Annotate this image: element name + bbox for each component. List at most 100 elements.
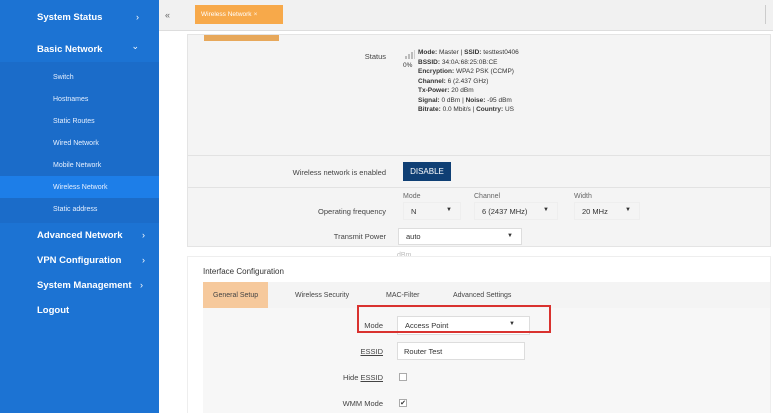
status-key: BSSID: [418, 58, 441, 66]
status-line-channel: Channel: 6 (2.437 GHz) [418, 77, 519, 87]
status-value: -95 dBm [487, 96, 512, 104]
sidebar: System Status › Basic Network ⌄ Switch H… [0, 0, 159, 413]
wireless-enabled-label: Wireless network is enabled [292, 168, 386, 177]
mode-sublabel: Mode [403, 193, 421, 200]
status-value: 34:0A:68:25:0B:CE [441, 58, 498, 66]
essid-value: Router Test [404, 346, 443, 356]
essid-link[interactable]: ESSID [360, 373, 383, 382]
status-key: Country: [476, 106, 504, 113]
sidebar-item-logout[interactable]: Logout [0, 298, 159, 323]
chevron-down-icon: ⌄ [131, 41, 139, 51]
status-value: US [504, 106, 514, 113]
status-label: Status [364, 52, 386, 61]
essid-input[interactable]: Router Test [397, 342, 525, 360]
status-value: 0.0 Mbit/s | [442, 106, 475, 113]
status-key: Tx-Power: [418, 87, 450, 94]
essid-link[interactable]: ESSID [360, 347, 383, 356]
main-content: Status 0% Mode: Master | SSID: testtest0… [159, 31, 773, 413]
mode-select-value: N [411, 206, 417, 216]
dropdown-arrow-icon: ▼ [446, 207, 452, 213]
sidebar-item-basic-network[interactable]: Basic Network ⌄ [0, 37, 159, 62]
tab-label: General Setup [213, 291, 259, 299]
status-line-encryption: Encryption: WPA2 PSK (CCMP) [418, 67, 519, 77]
signal-icon [405, 50, 415, 59]
sidebar-item-system-status[interactable]: System Status › [0, 5, 159, 30]
transmit-power-value: auto [406, 232, 421, 241]
wireless-status-panel: Status 0% Mode: Master | SSID: testtest0… [187, 34, 771, 247]
sidebar-item-label: Advanced Network [37, 230, 123, 241]
tab-label: MAC-Filter [386, 291, 420, 299]
collapse-icon[interactable]: « [165, 10, 170, 20]
channel-select-value: 6 (2437 MHz) [482, 206, 528, 216]
dropdown-arrow-icon: ▼ [543, 207, 549, 213]
status-line-bitrate: Bitrate: 0.0 Mbit/s | Country: US [418, 105, 519, 115]
sidebar-item-label: Mobile Network [53, 161, 102, 169]
width-select[interactable]: 20 MHz ▼ [574, 202, 640, 220]
tab-strip-edge [765, 5, 773, 24]
status-line-bssid: BSSID: 34:0A:68:25:0B:CE [418, 58, 519, 68]
status-key: SSID: [464, 49, 482, 56]
sidebar-item-label: Basic Network [37, 44, 103, 55]
mode-select[interactable]: N ▼ [403, 202, 461, 220]
sidebar-item-static-address[interactable]: Static address [0, 198, 159, 220]
sidebar-item-wired-network[interactable]: Wired Network [0, 132, 159, 154]
status-key: Signal: [418, 96, 440, 104]
tab-strip: « Wireless Network × [159, 0, 773, 31]
sidebar-item-label: Static Routes [53, 117, 95, 125]
status-line-txpower: Tx-Power: 20 dBm [418, 86, 519, 96]
sidebar-item-label: Static address [53, 205, 98, 213]
tab-wireless-network[interactable]: Wireless Network × [195, 5, 283, 24]
chevron-right-icon: › [136, 12, 139, 22]
sidebar-item-label: Wireless Network [53, 183, 108, 191]
tab-general-setup[interactable]: General Setup [203, 282, 269, 308]
status-key: Encryption: [418, 68, 455, 75]
disable-button[interactable]: DISABLE [403, 162, 451, 181]
channel-select[interactable]: 6 (2437 MHz) ▼ [474, 202, 558, 220]
tab-label: Wireless Security [295, 291, 350, 299]
row-divider [188, 187, 770, 188]
width-select-value: 20 MHz [582, 206, 608, 216]
status-value: 0 dBm | [441, 96, 464, 104]
tab-wireless-security[interactable]: Wireless Security [295, 282, 349, 308]
sidebar-item-label: Switch [53, 73, 74, 81]
sidebar-item-label: System Management [37, 280, 132, 291]
sidebar-item-wireless-network[interactable]: Wireless Network [0, 176, 159, 198]
interface-configuration-panel: Interface Configuration General Setup Wi… [187, 256, 771, 413]
chevron-right-icon: › [140, 280, 143, 290]
sidebar-item-switch[interactable]: Switch [0, 66, 159, 88]
status-key: Mode: [418, 49, 438, 56]
status-line-mode: Mode: Master | SSID: testtest0406 [418, 48, 519, 58]
transmit-power-select[interactable]: auto ▼ [398, 228, 522, 245]
status-value: 6 (2.437 GHz) [447, 77, 489, 85]
sidebar-item-system-management[interactable]: System Management › [0, 273, 159, 298]
sidebar-item-advanced-network[interactable]: Advanced Network › [0, 223, 159, 248]
signal-percent: 0% [403, 62, 413, 69]
sidebar-item-mobile-network[interactable]: Mobile Network [0, 154, 159, 176]
tab-label: Wireless Network [201, 11, 252, 18]
sidebar-item-label: System Status [37, 12, 103, 23]
highlight-box [357, 305, 551, 333]
row-divider [188, 155, 770, 156]
hide-label-text: Hide [342, 373, 359, 382]
sidebar-item-hostnames[interactable]: Hostnames [0, 88, 159, 110]
wmm-mode-label: WMM Mode [342, 399, 383, 408]
tab-label: Advanced Settings [453, 291, 512, 299]
status-line-signal: Signal: 0 dBm | Noise: -95 dBm [418, 96, 519, 106]
status-value: 20 dBm [451, 87, 474, 94]
operating-frequency-label: Operating frequency [318, 207, 386, 216]
close-icon[interactable]: × [254, 11, 258, 18]
interface-configuration-title: Interface Configuration [203, 267, 284, 276]
status-value: testtest0406 [483, 49, 519, 56]
sidebar-submenu: Switch Hostnames Static Routes Wired Net… [0, 62, 159, 223]
hide-essid-label: Hide ESSID [343, 373, 383, 382]
sidebar-item-label: Logout [37, 305, 70, 316]
status-value: WPA2 PSK (CCMP) [455, 68, 514, 75]
status-key: Channel: [418, 77, 446, 85]
sidebar-item-label: Wired Network [53, 139, 99, 147]
hide-essid-checkbox[interactable] [399, 373, 407, 381]
sidebar-item-vpn-configuration[interactable]: VPN Configuration › [0, 248, 159, 273]
sidebar-item-static-routes[interactable]: Static Routes [0, 110, 159, 132]
wmm-mode-checkbox[interactable]: ✔ [399, 399, 407, 407]
transmit-power-label: Transmit Power [333, 232, 386, 241]
chevron-right-icon: › [142, 230, 145, 240]
